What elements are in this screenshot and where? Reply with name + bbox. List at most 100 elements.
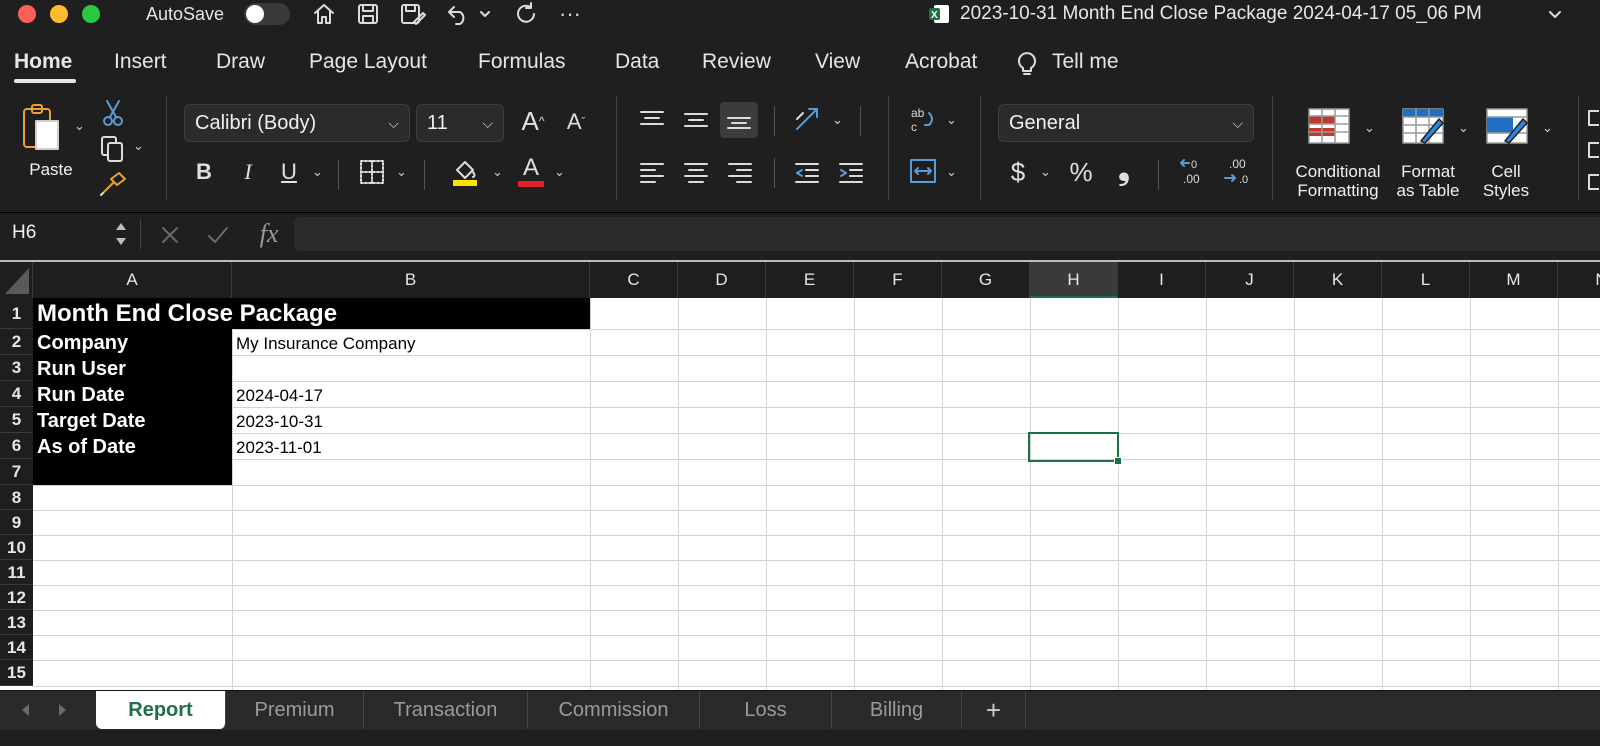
sheet-tab-transaction[interactable]: Transaction [364,691,528,729]
font-size-dropdown[interactable]: 11 ⌵ [416,104,504,142]
cell-a6[interactable]: As of Date [37,436,136,459]
next-sheet-icon[interactable] [52,697,74,723]
align-middle-icon[interactable] [682,106,710,134]
copy-icon[interactable] [98,134,128,164]
italic-button[interactable]: I [236,158,260,186]
tab-data[interactable]: Data [615,50,659,74]
number-format-dropdown[interactable]: General ⌵ [998,104,1254,142]
selected-cell-h6[interactable] [1028,432,1119,462]
more-icon[interactable]: ··· [556,1,584,27]
select-all-corner[interactable] [0,262,33,298]
undo-dropdown-chevron-icon[interactable] [478,1,492,27]
increase-font-size-icon[interactable]: A ^ [518,106,548,136]
cell-b5[interactable]: 2023-10-31 [236,412,323,432]
decrease-font-size-icon[interactable]: Aˇ [562,108,590,136]
cell-b6[interactable]: 2023-11-01 [236,438,322,458]
align-right-icon[interactable] [726,158,754,186]
currency-chevron-down-icon[interactable]: ⌄ [1040,164,1051,180]
font-name-dropdown[interactable]: Calibri (Body) ⌵ [184,104,410,142]
cell-styles-icon[interactable] [1484,106,1530,146]
underline-button[interactable]: U [276,158,302,186]
title-chevron-down-icon[interactable] [1546,1,1564,27]
fill-color-chevron-down-icon[interactable]: ⌄ [492,164,503,180]
save-icon[interactable] [354,1,382,27]
column-header-n[interactable]: N [1558,262,1600,298]
conditional-formatting-chevron-down-icon[interactable]: ⌄ [1364,120,1375,136]
column-header-e[interactable]: E [766,262,854,298]
column-header-f[interactable]: F [854,262,942,298]
column-header-j[interactable]: J [1206,262,1294,298]
merge-chevron-down-icon[interactable]: ⌄ [946,164,957,180]
column-header-h[interactable]: H [1030,262,1118,298]
tab-home[interactable]: Home [14,50,72,74]
cell-a4[interactable]: Run Date [37,384,125,407]
column-header-m[interactable]: M [1470,262,1558,298]
copy-chevron-down-icon[interactable]: ⌄ [133,138,144,154]
row-header-13[interactable]: 13 [0,610,33,635]
cancel-entry-icon[interactable] [156,221,184,249]
tab-acrobat[interactable]: Acrobat [905,50,977,74]
column-header-l[interactable]: L [1382,262,1470,298]
wrap-text-icon[interactable]: ab c [908,104,938,136]
sheet-tab-commission[interactable]: Commission [528,691,700,729]
row-header-8[interactable]: 8 [0,485,33,510]
row-header-3[interactable]: 3 [0,355,33,381]
cell-a2[interactable]: Company [37,332,128,355]
format-painter-icon[interactable] [98,170,128,198]
borders-chevron-down-icon[interactable]: ⌄ [396,164,407,180]
merge-center-icon[interactable] [908,156,938,186]
wrap-text-chevron-down-icon[interactable]: ⌄ [946,112,957,128]
undo-icon[interactable] [444,1,472,27]
row-header-9[interactable]: 9 [0,510,33,535]
align-top-icon[interactable] [638,106,666,134]
row-header-11[interactable]: 11 [0,560,33,585]
tab-review[interactable]: Review [702,50,771,74]
paste-chevron-down-icon[interactable]: ⌄ [74,118,85,134]
fill-handle[interactable] [1114,457,1122,465]
autosave-toggle[interactable] [244,3,290,25]
row-header-10[interactable]: 10 [0,535,33,560]
comma-format-button[interactable]: ❟ [1112,153,1136,186]
decrease-decimal-icon[interactable]: .00.0 [1222,156,1256,188]
sheet-tab-premium[interactable]: Premium [226,691,364,729]
cut-icon[interactable] [100,98,126,128]
previous-sheet-icon[interactable] [14,697,36,723]
cell-b4[interactable]: 2024-04-17 [236,386,323,406]
sheet-tab-report[interactable]: Report [96,691,226,729]
tell-me-search[interactable]: Tell me [1052,50,1119,74]
paste-clipboard-icon[interactable] [20,102,62,154]
orientation-icon[interactable] [792,104,822,134]
row-header-15[interactable]: 15 [0,660,33,686]
sheet-tab-loss[interactable]: Loss [700,691,832,729]
format-as-table-chevron-down-icon[interactable]: ⌄ [1458,120,1469,136]
redo-icon[interactable] [512,1,540,27]
tab-draw[interactable]: Draw [216,50,265,74]
formula-input[interactable] [294,217,1600,251]
cell-a5[interactable]: Target Date [37,410,146,433]
column-header-g[interactable]: G [942,262,1030,298]
row-header-6[interactable]: 6 [0,433,33,459]
column-header-b[interactable]: B [232,262,590,298]
currency-format-button[interactable]: $ [1006,156,1030,188]
font-color-icon[interactable]: A [516,154,546,188]
close-window-button[interactable] [18,5,36,23]
conditional-formatting-icon[interactable] [1306,106,1352,146]
sheet-tab-billing[interactable]: Billing [832,691,962,729]
font-color-chevron-down-icon[interactable]: ⌄ [554,164,565,180]
column-header-i[interactable]: I [1118,262,1206,298]
save-as-icon[interactable] [398,1,428,27]
decrease-indent-icon[interactable] [792,158,822,186]
percent-format-button[interactable]: % [1064,156,1098,188]
increase-indent-icon[interactable] [836,158,866,186]
increase-decimal-icon[interactable]: 0.00 [1178,156,1212,188]
row-header-2[interactable]: 2 [0,329,33,355]
name-box-stepper-icon[interactable] [112,219,130,249]
column-header-c[interactable]: C [590,262,678,298]
row-header-12[interactable]: 12 [0,585,33,610]
column-header-d[interactable]: D [678,262,766,298]
tab-formulas[interactable]: Formulas [478,50,566,74]
home-icon[interactable] [310,1,338,27]
fill-color-icon[interactable] [450,156,480,188]
minimize-window-button[interactable] [50,5,68,23]
borders-icon[interactable] [358,158,386,186]
